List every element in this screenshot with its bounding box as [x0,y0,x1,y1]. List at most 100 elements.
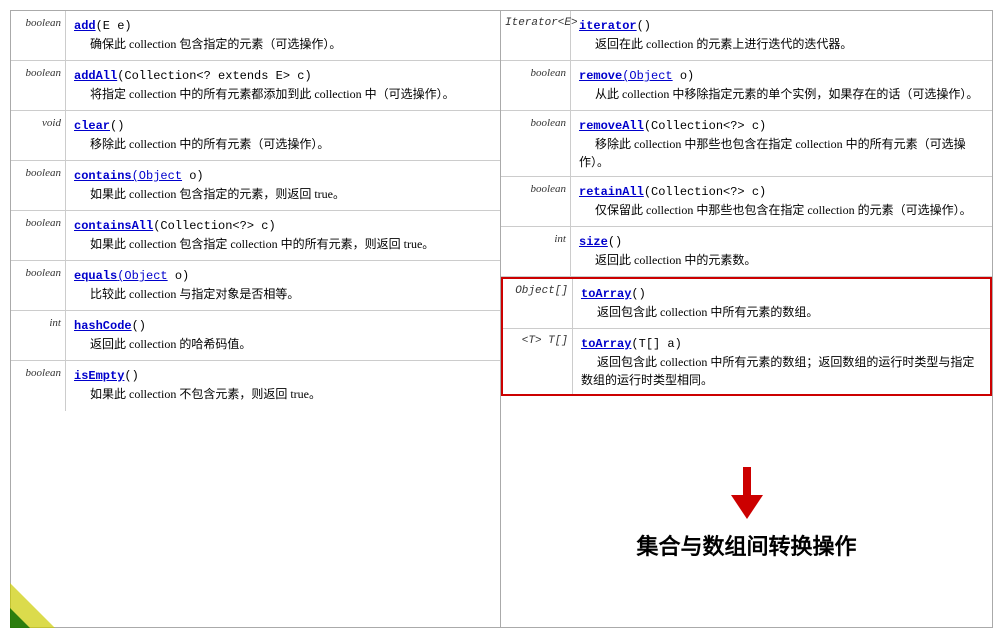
method-row-clear: void clear() 移除此 collection 中的所有元素（可选操作）… [11,111,500,161]
method-name-clear[interactable]: clear [74,119,110,133]
arrow-shaft [743,467,751,495]
method-content-clear: clear() 移除此 collection 中的所有元素（可选操作）。 [66,111,500,160]
method-name-contains[interactable]: contains [74,169,132,183]
method-desc-isempty: 如果此 collection 不包含元素，则返回 true。 [74,387,321,401]
method-sig-retainall: (Collection<?> c) [644,185,766,199]
method-sig-toarray2: (T[] a) [631,337,681,351]
method-content-retainall: retainAll(Collection<?> c) 仅保留此 collecti… [571,177,992,226]
method-row-addall: boolean addAll(Collection<? extends E> c… [11,61,500,111]
return-type-removeall: boolean [501,111,571,176]
highlighted-section: Object[] toArray() 返回包含此 collection 中所有元… [501,277,992,396]
method-name-size[interactable]: size [579,235,608,249]
method-row-iterator: Iterator<E> iterator() 返回在此 collection 的… [501,11,992,61]
method-sig-containsall: (Collection<?> c) [153,219,275,233]
return-type-containsall: boolean [11,211,66,260]
method-desc-equals: 比较此 collection 与指定对象是否相等。 [74,287,299,301]
method-content-equals: equals(Object o) 比较此 collection 与指定对象是否相… [66,261,500,310]
method-desc-size: 返回此 collection 中的元素数。 [579,253,756,267]
method-sig-equals: (Object [117,269,167,283]
method-name-containsall[interactable]: containsAll [74,219,153,233]
method-desc-clear: 移除此 collection 中的所有元素（可选操作）。 [74,137,329,151]
method-row-size: int size() 返回此 collection 中的元素数。 [501,227,992,277]
method-content-contains: contains(Object o) 如果此 collection 包含指定的元… [66,161,500,210]
arrow-section: 集合与数组间转换操作 [501,396,992,627]
method-content-remove: remove(Object o) 从此 collection 中移除指定元素的单… [571,61,992,110]
method-content-removeall: removeAll(Collection<?> c) 移除此 collectio… [571,111,992,176]
method-sig-contains-2: o) [182,169,204,183]
method-sig-iterator: () [637,19,651,33]
method-row-hashcode: int hashCode() 返回此 collection 的哈希码值。 [11,311,500,361]
method-content-iterator: iterator() 返回在此 collection 的元素上进行迭代的迭代器。 [571,11,992,60]
method-content-isempty: isEmpty() 如果此 collection 不包含元素，则返回 true。 [66,361,500,411]
method-name-hashcode[interactable]: hashCode [74,319,132,333]
return-type-hashcode: int [11,311,66,360]
method-desc-toarray1: 返回包含此 collection 中所有元素的数组。 [581,305,818,319]
return-type-isempty: boolean [11,361,66,411]
arrow-head [731,495,763,519]
method-name-remove[interactable]: remove [579,69,622,83]
right-panel: Iterator<E> iterator() 返回在此 collection 的… [500,10,993,628]
method-row-removeall: boolean removeAll(Collection<?> c) 移除此 c… [501,111,992,177]
return-type-addall: boolean [11,61,66,110]
method-desc-contains: 如果此 collection 包含指定的元素，则返回 true。 [74,187,345,201]
method-content-toarray1: toArray() 返回包含此 collection 中所有元素的数组。 [573,279,990,328]
method-content-addall: addAll(Collection<? extends E> c) 将指定 co… [66,61,500,110]
method-desc-toarray2: 返回包含此 collection 中所有元素的数组；返回数组的运行时类型与指定数… [581,355,974,387]
method-name-toarray2[interactable]: toArray [581,337,631,351]
method-sig-contains: (Object [132,169,182,183]
method-name-equals[interactable]: equals [74,269,117,283]
method-desc-add: 确保此 collection 包含指定的元素（可选操作）。 [74,37,341,51]
method-row-contains: boolean contains(Object o) 如果此 collectio… [11,161,500,211]
corner-decoration [10,583,55,628]
left-panel: boolean add(E e) 确保此 collection 包含指定的元素（… [10,10,500,628]
return-type-toarray1: Object[] [503,279,573,328]
arrow-label: 集合与数组间转换操作 [636,529,856,561]
method-sig-size: () [608,235,622,249]
return-type-toarray2: <T> T[] [503,329,573,394]
method-desc-remove: 从此 collection 中移除指定元素的单个实例，如果存在的话（可选操作）。 [579,87,978,101]
method-content-size: size() 返回此 collection 中的元素数。 [571,227,992,276]
method-row-equals: boolean equals(Object o) 比较此 collection … [11,261,500,311]
return-type-retainall: boolean [501,177,571,226]
method-row-remove: boolean remove(Object o) 从此 collection 中… [501,61,992,111]
method-name-toarray1[interactable]: toArray [581,287,631,301]
method-name-iterator[interactable]: iterator [579,19,637,33]
method-desc-iterator: 返回在此 collection 的元素上进行迭代的迭代器。 [579,37,852,51]
method-content-add: add(E e) 确保此 collection 包含指定的元素（可选操作）。 [66,11,500,60]
corner-svg [10,583,55,628]
return-type-contains: boolean [11,161,66,210]
method-desc-retainall: 仅保留此 collection 中那些也包含在指定 collection 的元素… [579,203,972,217]
method-desc-removeall: 移除此 collection 中那些也包含在指定 collection 中的所有… [579,137,966,169]
method-desc-containsall: 如果此 collection 包含指定 collection 中的所有元素，则返… [74,237,434,251]
method-content-containsall: containsAll(Collection<?> c) 如果此 collect… [66,211,500,260]
method-sig-isempty: () [124,369,138,383]
method-name-retainall[interactable]: retainAll [579,185,644,199]
method-row-containsall: boolean containsAll(Collection<?> c) 如果此… [11,211,500,261]
return-type-add: boolean [11,11,66,60]
return-type-clear: void [11,111,66,160]
method-name-add[interactable]: add [74,19,96,33]
method-name-removeall[interactable]: removeAll [579,119,644,133]
return-type-remove: boolean [501,61,571,110]
method-name-isempty[interactable]: isEmpty [74,369,124,383]
method-sig-clear: () [110,119,124,133]
method-desc-addall: 将指定 collection 中的所有元素都添加到此 collection 中（… [74,87,455,101]
method-sig-remove-2: o) [673,69,695,83]
method-row-isempty: boolean isEmpty() 如果此 collection 不包含元素，则… [11,361,500,411]
method-sig-remove: (Object [622,69,672,83]
return-type-equals: boolean [11,261,66,310]
method-sig-removeall: (Collection<?> c) [644,119,766,133]
return-type-size: int [501,227,571,276]
method-row-toarray1: Object[] toArray() 返回包含此 collection 中所有元… [503,279,990,329]
method-row-add: boolean add(E e) 确保此 collection 包含指定的元素（… [11,11,500,61]
method-sig-equals-2: o) [168,269,190,283]
method-desc-hashcode: 返回此 collection 的哈希码值。 [74,337,251,351]
method-sig-hashcode: () [132,319,146,333]
method-content-toarray2: toArray(T[] a) 返回包含此 collection 中所有元素的数组… [573,329,990,394]
method-name-addall[interactable]: addAll [74,69,117,83]
method-row-retainall: boolean retainAll(Collection<?> c) 仅保留此 … [501,177,992,227]
method-row-toarray2: <T> T[] toArray(T[] a) 返回包含此 collection … [503,329,990,394]
return-type-iterator: Iterator<E> [501,11,571,60]
method-sig-add: (E e) [96,19,132,33]
method-sig-addall: (Collection<? extends E> c) [117,69,311,83]
